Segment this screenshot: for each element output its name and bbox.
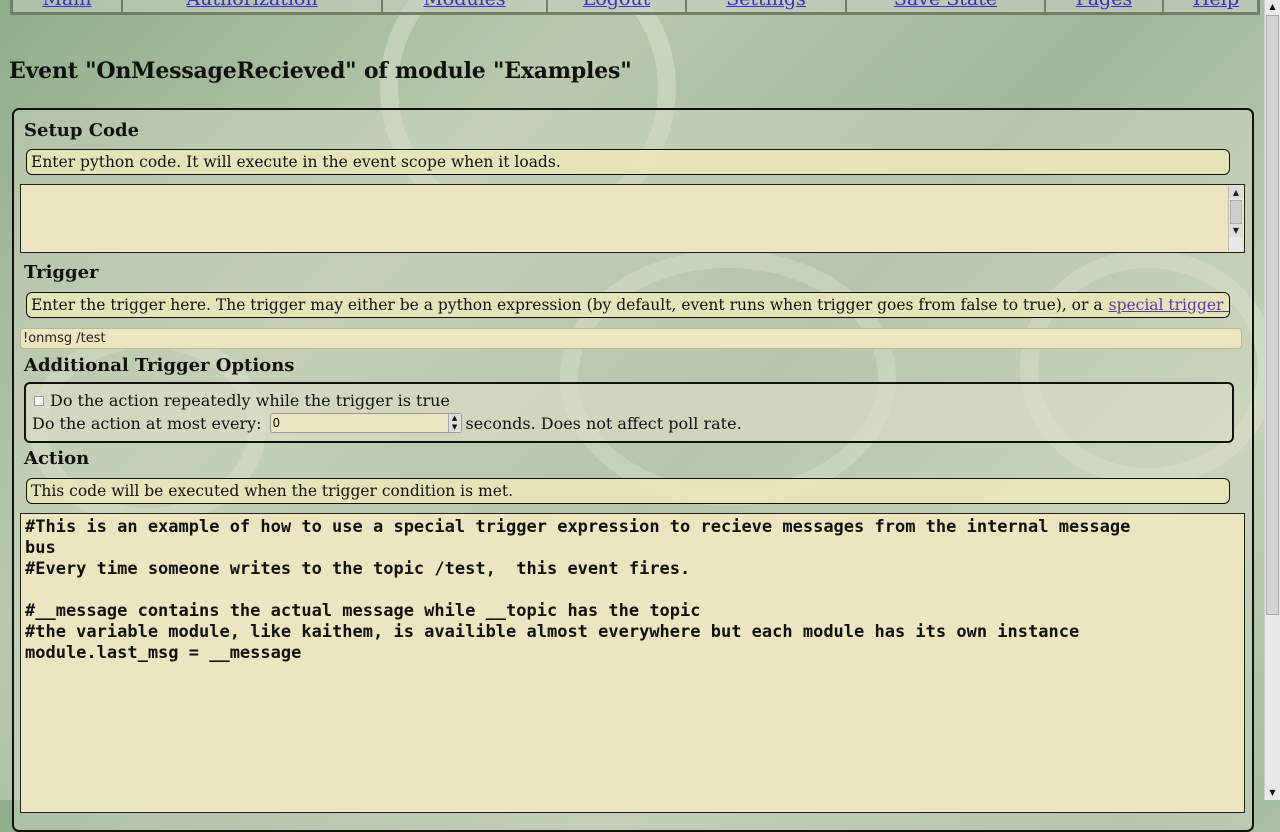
setup-code-editor[interactable]: ▲ ▼ (20, 184, 1245, 253)
trigger-options-heading: Additional Trigger Options (24, 355, 295, 376)
triangle-up-icon[interactable]: ▲ (1265, 0, 1280, 14)
rate-limit-row: Do the action at most every: 0 ▲ ▼ second… (32, 413, 742, 433)
number-spinner[interactable]: ▲ ▼ (447, 414, 461, 432)
code-line: #the variable module, like kaithem, is a… (25, 622, 1080, 642)
triangle-down-icon[interactable]: ▼ (1229, 224, 1243, 237)
triangle-up-icon[interactable]: ▲ (1229, 186, 1243, 199)
trigger-help-text: Enter the trigger here. The trigger may … (31, 296, 1103, 314)
nav-link-help[interactable]: Help (1164, 0, 1257, 12)
trigger-input[interactable]: !onmsg /test (20, 328, 1242, 349)
rate-limit-input[interactable]: 0 ▲ ▼ (269, 413, 462, 433)
rate-limit-value: 0 (272, 416, 281, 430)
setup-code-heading: Setup Code (24, 120, 140, 141)
page-title: Event "OnMessageRecieved" of module "Exa… (9, 58, 632, 84)
action-help: This code will be executed when the trig… (26, 478, 1230, 504)
nav-link-save-state[interactable]: Save State (847, 0, 1046, 12)
setup-code-help: Enter python code. It will execute in th… (26, 149, 1230, 175)
nav-link-logout[interactable]: Logout (548, 0, 687, 12)
repeat-label: Do the action repeatedly while the trigg… (50, 391, 450, 410)
action-code-editor[interactable]: #This is an example of how to use a spec… (20, 513, 1245, 813)
repeat-option-row: Do the action repeatedly while the trigg… (34, 391, 450, 410)
nav-link-pages[interactable]: Pages (1046, 0, 1164, 12)
action-heading: Action (24, 448, 90, 469)
top-navigation: MainAuthorizationModulesLogoutSettingsSa… (10, 0, 1260, 15)
nav-link-modules[interactable]: Modules (383, 0, 548, 12)
code-line: #__message contains the actual message w… (25, 601, 701, 621)
setup-code-scrollbar[interactable]: ▲ ▼ (1228, 186, 1243, 251)
nav-link-settings[interactable]: Settings (687, 0, 847, 12)
nav-link-main[interactable]: Main (13, 0, 123, 12)
special-trigger-expression-link[interactable]: special trigger expression (1109, 296, 1229, 314)
code-line: #Every time someone writes to the topic … (25, 559, 691, 579)
page-scroll-thumb[interactable] (1266, 15, 1279, 615)
rate-limit-label: Do the action at most every: (32, 413, 262, 433)
trigger-heading: Trigger (24, 262, 99, 283)
scroll-thumb[interactable] (1230, 200, 1242, 224)
code-line: #This is an example of how to use a spec… (25, 517, 1131, 537)
page-scrollbar[interactable]: ▲ ▼ (1264, 0, 1280, 800)
rate-limit-suffix: seconds. Does not affect poll rate. (465, 413, 742, 433)
trigger-help: Enter the trigger here. The trigger may … (26, 292, 1230, 318)
repeat-checkbox[interactable] (34, 395, 44, 406)
action-help-text: This code will be executed when the trig… (31, 482, 514, 500)
triangle-down-icon[interactable]: ▼ (1265, 786, 1280, 800)
trigger-options-box: Do the action repeatedly while the trigg… (24, 382, 1234, 443)
setup-code-help-text: Enter python code. It will execute in th… (31, 153, 561, 171)
code-line: bus (25, 538, 56, 558)
code-line: module.last_msg = __message (25, 643, 302, 663)
nav-link-authorization[interactable]: Authorization (123, 0, 383, 12)
